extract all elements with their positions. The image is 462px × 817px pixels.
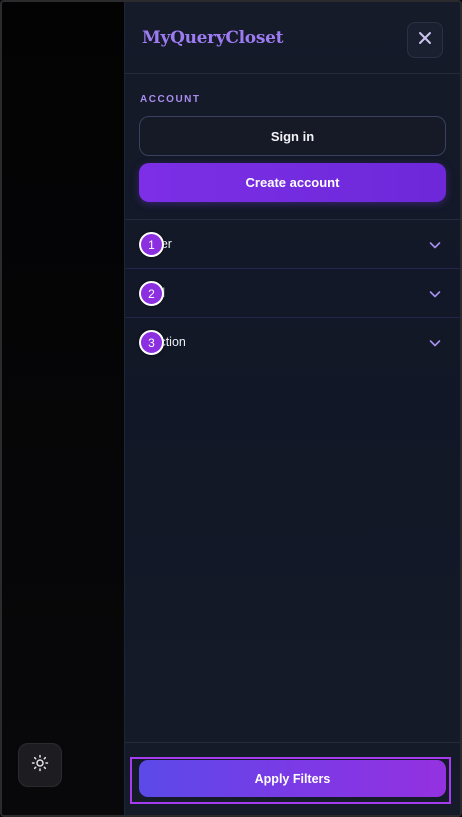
step-badge: 1 <box>139 232 164 257</box>
filter-gender-accordion[interactable]: ender 1 <box>125 220 460 269</box>
step-badge: 3 <box>139 330 164 355</box>
app-frame: MyQueryCloset ACCOUNT Sign in Create acc… <box>0 0 462 817</box>
sun-icon <box>31 754 49 777</box>
theme-toggle-button[interactable] <box>18 743 62 787</box>
filter-drawer: MyQueryCloset ACCOUNT Sign in Create acc… <box>124 2 460 815</box>
chevron-down-icon <box>428 336 442 350</box>
close-icon <box>418 31 432 50</box>
drawer-footer: Apply Filters <box>125 742 460 815</box>
account-section-label: ACCOUNT <box>140 94 201 105</box>
chevron-down-icon <box>428 287 442 301</box>
brand-logo-text[interactable]: MyQueryCloset <box>142 28 283 48</box>
page-backdrop-overlay[interactable] <box>2 2 124 815</box>
create-account-button[interactable]: Create account <box>139 163 446 202</box>
close-drawer-button[interactable] <box>407 22 443 58</box>
filter-brand-accordion[interactable]: rand 2 <box>125 269 460 318</box>
apply-filters-button[interactable]: Apply Filters <box>139 760 446 797</box>
sign-in-button[interactable]: Sign in <box>139 116 446 156</box>
filter-collection-accordion[interactable]: ollection 3 <box>125 318 460 367</box>
chevron-down-icon <box>428 238 442 252</box>
drawer-header: MyQueryCloset <box>125 2 460 74</box>
step-badge: 2 <box>139 281 164 306</box>
